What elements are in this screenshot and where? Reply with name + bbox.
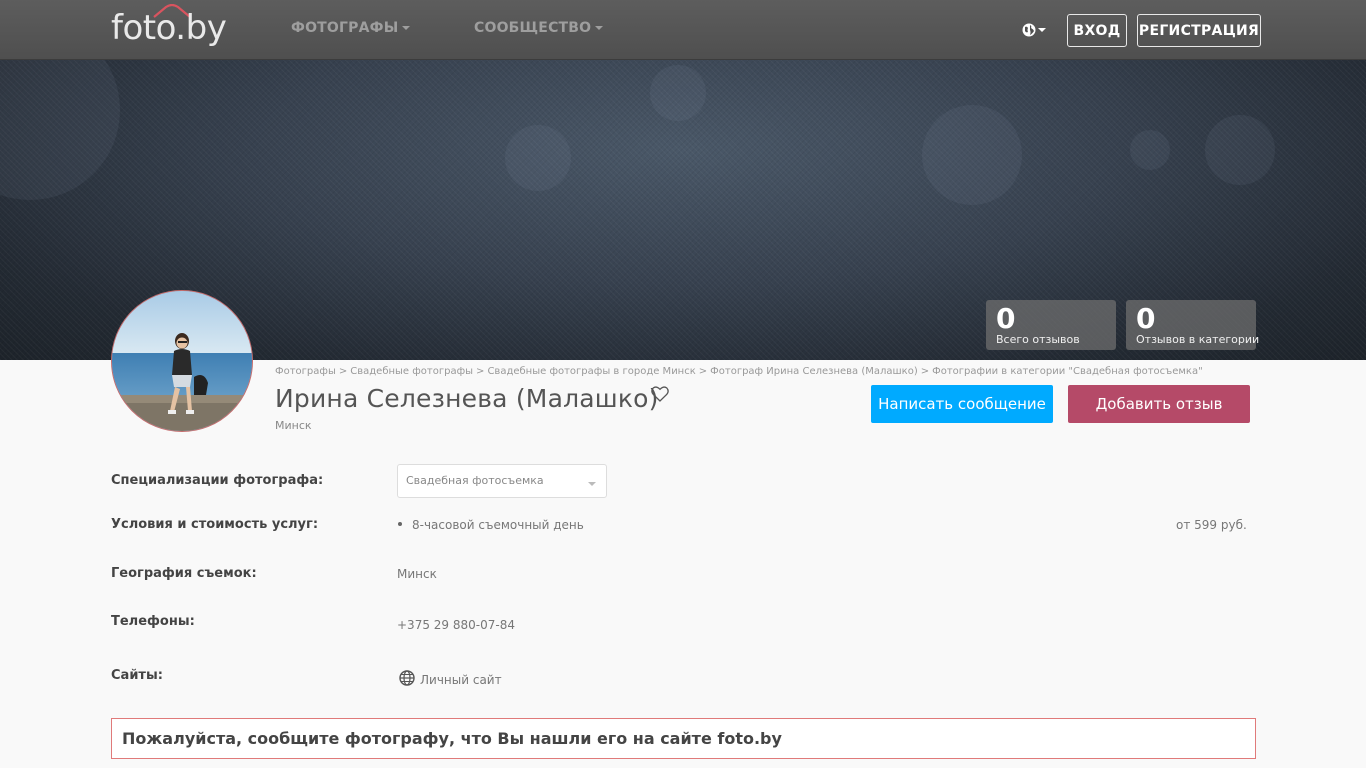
heart-icon[interactable] — [651, 386, 669, 402]
register-button[interactable]: РЕГИСТРАЦИЯ — [1137, 14, 1261, 47]
language-selector[interactable] — [1022, 21, 1048, 39]
breadcrumb-separator: > — [920, 366, 930, 377]
logo-text: foto.by — [111, 8, 227, 48]
breadcrumb-separator: > — [338, 366, 348, 377]
bokeh-decoration — [922, 105, 1022, 205]
service-name: 8-часовой съемочный день — [412, 518, 584, 532]
sites-label: Сайты: — [111, 668, 163, 683]
personal-site-link[interactable]: Личный сайт — [420, 673, 502, 687]
total-reviews-stat: 0 Всего отзывов — [986, 300, 1116, 350]
breadcrumb-link[interactable]: Свадебные фотографы в городе Минск — [487, 366, 695, 377]
list-bullet — [398, 522, 402, 526]
notice-banner: Пожалуйста, сообщите фотографу, что Вы н… — [111, 718, 1256, 759]
breadcrumb-link[interactable]: Свадебные фотографы — [350, 366, 473, 377]
category-reviews-label: Отзывов в категории — [1136, 333, 1260, 346]
globe-icon — [1022, 23, 1036, 37]
geography-label: География съемок: — [111, 566, 257, 581]
total-reviews-count: 0 — [996, 302, 1016, 335]
phones-label: Телефоны: — [111, 614, 195, 629]
write-message-button[interactable]: Написать сообщение — [871, 385, 1053, 423]
phone-value[interactable]: +375 29 880-07-84 — [397, 618, 515, 632]
category-reviews-count: 0 — [1136, 302, 1156, 335]
bokeh-decoration — [1130, 130, 1170, 170]
geography-value: Минск — [397, 567, 437, 581]
nav-community-label: СООБЩЕСТВО — [474, 20, 592, 36]
nav-photographers[interactable]: ФОТОГРАФЫ — [291, 20, 411, 36]
breadcrumb-current[interactable]: Фотографии в категории "Свадебная фотосъ… — [932, 366, 1203, 377]
site-logo[interactable]: foto.by — [111, 4, 241, 48]
breadcrumb-separator: > — [476, 366, 485, 377]
specializations-label: Специализации фотографа: — [111, 473, 324, 488]
login-button[interactable]: ВХОД — [1067, 14, 1127, 47]
chevron-down-icon — [402, 26, 411, 30]
photographer-name: Ирина Селезнева (Малашко) — [275, 384, 659, 413]
bokeh-decoration — [505, 125, 571, 191]
chevron-down-icon — [1038, 28, 1046, 32]
avatar[interactable] — [111, 290, 253, 432]
breadcrumb-link[interactable]: Фотограф Ирина Селезнева (Малашко) — [710, 366, 918, 377]
add-review-button[interactable]: Добавить отзыв — [1068, 385, 1250, 423]
bokeh-decoration — [0, 60, 120, 200]
specialization-select[interactable]: Свадебная фотосъемка — [397, 464, 607, 498]
notice-text: Пожалуйста, сообщите фотографу, что Вы н… — [122, 729, 782, 748]
breadcrumb: Фотографы > Свадебные фотографы > Свадебные … — [275, 366, 1203, 377]
top-navbar: foto.by ФОТОГРАФЫ СООБЩЕСТВО ВХОД РЕГИСТ… — [0, 0, 1366, 60]
globe-icon — [399, 670, 415, 686]
total-reviews-label: Всего отзывов — [996, 333, 1080, 346]
services-label: Условия и стоимость услуг: — [111, 517, 319, 532]
nav-photographers-label: ФОТОГРАФЫ — [291, 20, 399, 36]
breadcrumb-separator: > — [698, 366, 708, 377]
service-price: от 599 руб. — [1176, 518, 1247, 532]
bokeh-decoration — [650, 65, 706, 121]
nav-community[interactable]: СООБЩЕСТВО — [474, 20, 604, 36]
specialization-selected-value: Свадебная фотосъемка — [406, 474, 544, 487]
breadcrumb-link[interactable]: Фотографы — [275, 366, 336, 377]
chevron-down-icon — [595, 26, 604, 30]
avatar-photo — [112, 291, 252, 431]
category-reviews-stat: 0 Отзывов в категории — [1126, 300, 1260, 350]
bokeh-decoration — [1205, 115, 1275, 185]
photographer-city: Минск — [275, 419, 312, 432]
chevron-down-icon — [588, 482, 596, 486]
